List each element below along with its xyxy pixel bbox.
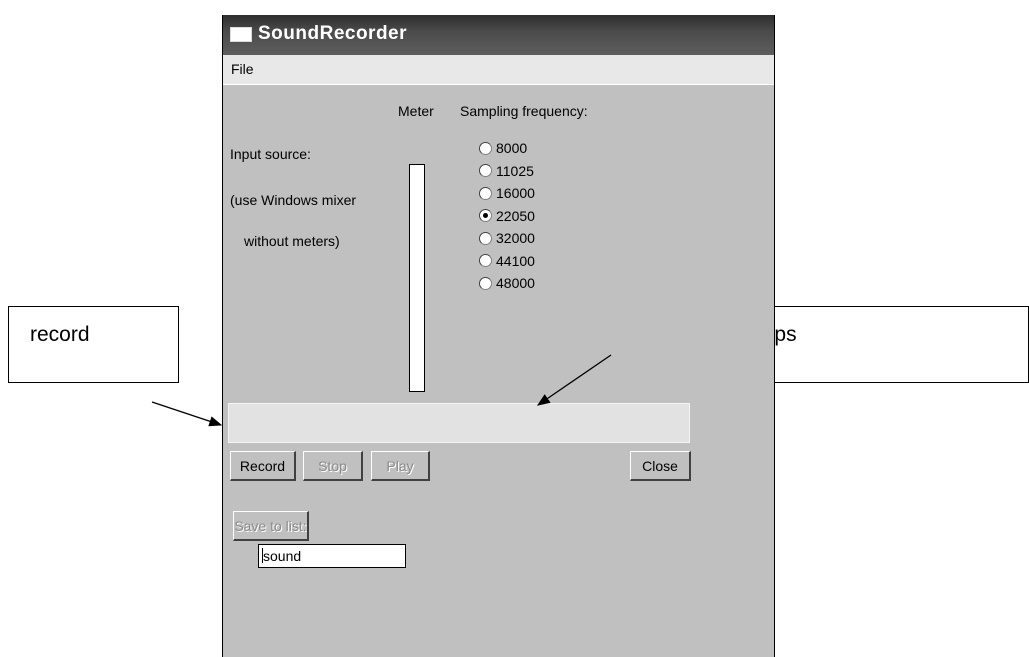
record-arrow — [151, 401, 223, 427]
time-bar-arrow — [536, 354, 612, 406]
annotation-arrows — [151, 354, 612, 427]
